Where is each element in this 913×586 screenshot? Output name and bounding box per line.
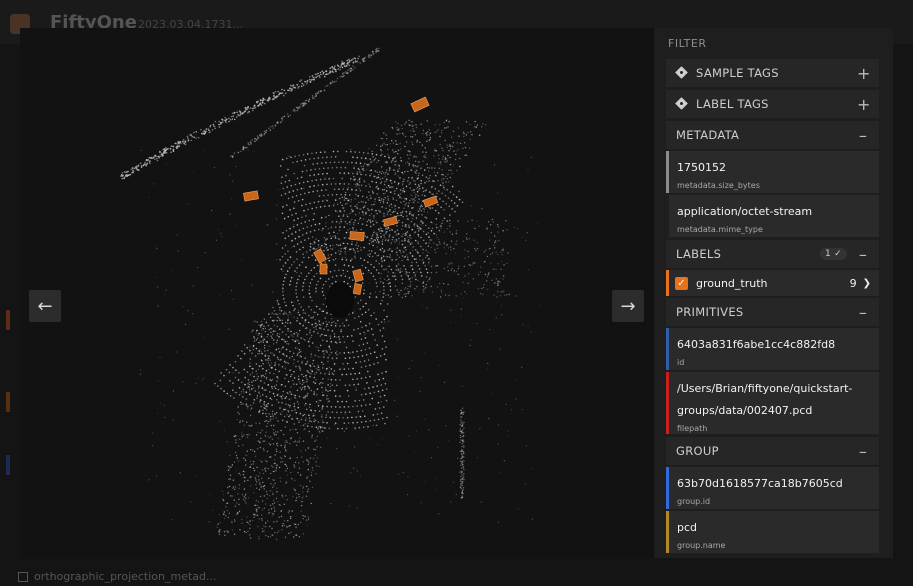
background-footer-label: orthographic_projection_metad... — [18, 570, 217, 583]
next-sample-button[interactable]: → — [612, 290, 644, 322]
bounding-box-annotation[interactable] — [382, 216, 399, 227]
bounding-box-annotation[interactable] — [352, 268, 364, 283]
bounding-box-annotation[interactable] — [319, 263, 328, 275]
field-value: 1750152 — [677, 161, 726, 174]
point-cloud-viewer[interactable]: ← → — [20, 28, 654, 558]
arrow-right-icon: → — [620, 295, 636, 317]
field-value: 63b70d1618577ca18b7605cd — [677, 477, 843, 490]
filter-title: FILTER — [668, 37, 707, 50]
background-strip — [6, 392, 10, 412]
filter-sidebar: FILTER SAMPLE TAGS + LABEL TAGS + METADA… — [654, 28, 893, 558]
footer-label-text: orthographic_projection_metad... — [34, 570, 217, 583]
sample-modal: ← → FILTER SAMPLE TAGS + LABEL TAGS + ME… — [20, 28, 893, 558]
labels-group[interactable]: LABELS 1 ✓ – — [666, 240, 879, 268]
group-label: GROUP — [676, 444, 719, 458]
labels-label: LABELS — [676, 247, 722, 261]
field-key: metadata.size_bytes — [677, 181, 760, 190]
metadata-size-bytes-field: 1750152 metadata.size_bytes — [666, 151, 879, 193]
ground-truth-name: ground_truth — [696, 276, 768, 290]
plus-icon[interactable]: + — [857, 64, 870, 83]
collapse-icon[interactable]: – — [857, 245, 869, 264]
collapse-icon[interactable]: – — [857, 442, 869, 461]
metadata-group[interactable]: METADATA – — [666, 121, 879, 149]
checkbox-checked-icon[interactable]: ✓ — [675, 276, 688, 290]
field-value: application/octet-stream — [677, 205, 813, 218]
point-cloud-canvas[interactable] — [20, 28, 654, 558]
field-key: group.id — [677, 497, 711, 506]
field-key: filepath — [677, 424, 708, 433]
checkbox-icon — [18, 571, 28, 582]
field-key: metadata.mime_type — [677, 225, 763, 234]
previous-sample-button[interactable]: ← — [29, 290, 61, 322]
group-id-field: 63b70d1618577ca18b7605cd group.id — [666, 467, 879, 509]
background-strip — [6, 310, 10, 330]
background-strip — [6, 455, 10, 475]
tag-icon — [676, 98, 688, 110]
label-tags-group[interactable]: LABEL TAGS + — [666, 90, 879, 118]
ground-truth-count: 9 — [849, 276, 857, 290]
filepath-field: /Users/Brian/fiftyone/quickstart- groups… — [666, 372, 879, 434]
field-value-line2: groups/data/002407.pcd — [677, 404, 813, 417]
tag-icon — [676, 67, 688, 79]
bounding-box-annotation[interactable] — [349, 231, 365, 241]
collapse-icon[interactable]: – — [857, 303, 869, 322]
primitives-group[interactable]: PRIMITIVES – — [666, 298, 879, 326]
bounding-box-annotation[interactable] — [243, 190, 259, 202]
ground-truth-label-row[interactable]: ✓ ground_truth 9 ❯ — [666, 270, 879, 296]
field-value: 6403a831f6abe1cc4c882fd8 — [677, 338, 836, 351]
group-group[interactable]: GROUP – — [666, 437, 879, 465]
field-key: group.name — [677, 541, 726, 550]
bounding-box-annotation[interactable] — [422, 195, 439, 208]
field-key: id — [677, 358, 685, 367]
arrow-left-icon: ← — [37, 295, 53, 317]
bounding-box-annotation[interactable] — [410, 96, 430, 113]
group-name-field: pcd group.name — [666, 511, 879, 553]
sample-tags-label: SAMPLE TAGS — [696, 66, 779, 80]
plus-icon[interactable]: + — [857, 95, 870, 114]
collapse-icon[interactable]: – — [857, 126, 869, 145]
chevron-down-icon[interactable]: ❯ — [863, 278, 871, 289]
labels-count-badge[interactable]: 1 ✓ — [819, 248, 847, 260]
field-value: pcd — [677, 521, 698, 534]
metadata-mime-type-field: application/octet-stream metadata.mime_t… — [666, 195, 879, 237]
primitives-label: PRIMITIVES — [676, 305, 744, 319]
bounding-box-annotation[interactable] — [352, 283, 363, 295]
sample-tags-group[interactable]: SAMPLE TAGS + — [666, 59, 879, 87]
label-tags-label: LABEL TAGS — [696, 97, 769, 111]
metadata-label: METADATA — [676, 128, 740, 142]
field-value-line1: /Users/Brian/fiftyone/quickstart- — [677, 382, 853, 395]
id-field: 6403a831f6abe1cc4c882fd8 id — [666, 328, 879, 370]
